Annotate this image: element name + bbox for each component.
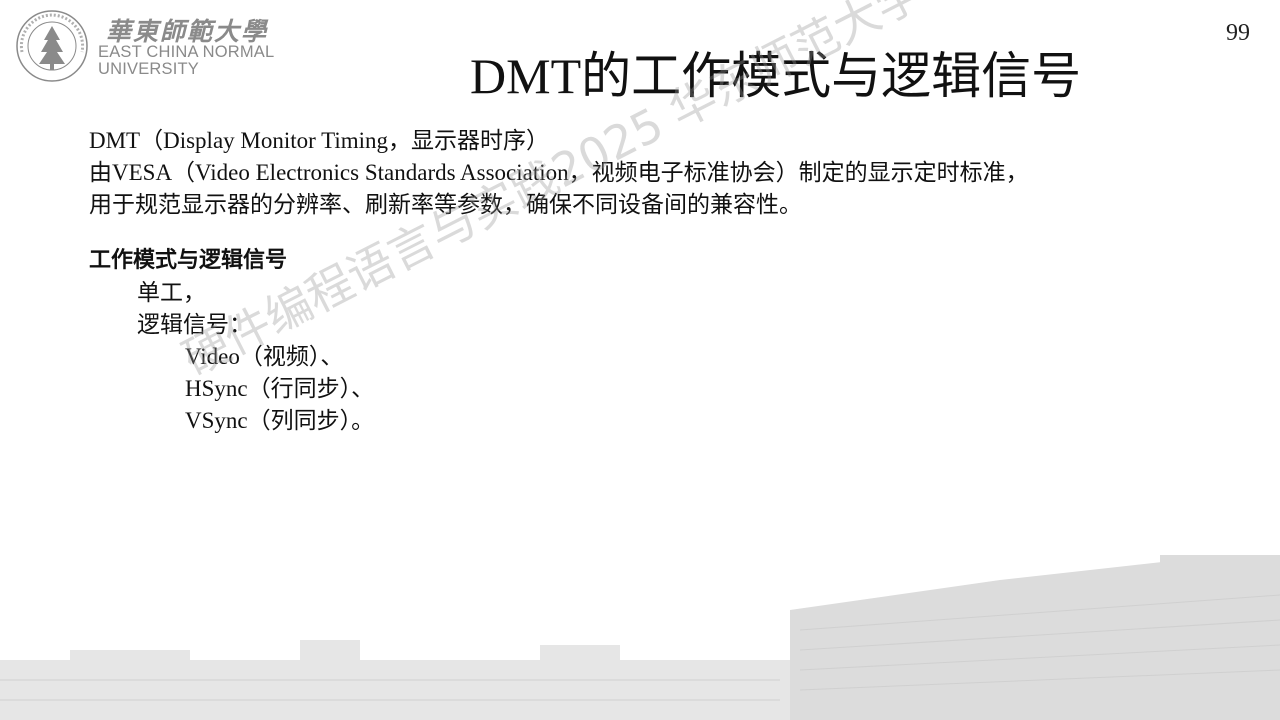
signals-label: 逻辑信号： bbox=[137, 312, 252, 337]
section-heading: 工作模式与逻辑信号 bbox=[89, 248, 288, 273]
intro-line-2: 由VESA（Video Electronics Standards Associ… bbox=[89, 160, 1029, 185]
signal-hsync: HSync（行同步）、 bbox=[185, 376, 375, 401]
signal-vsync: VSync（列同步）。 bbox=[185, 408, 375, 433]
slide-title: DMT的工作模式与逻辑信号 bbox=[470, 48, 1082, 104]
logo-english-name: EAST CHINA NORMAL UNIVERSITY bbox=[98, 44, 298, 78]
page-number: 99 bbox=[1226, 20, 1250, 46]
university-emblem-icon bbox=[16, 10, 88, 82]
slide-body: DMT（Display Monitor Timing，显示器时序） 由VESA（… bbox=[89, 125, 1199, 437]
logo-english-line1: EAST CHINA NORMAL bbox=[98, 43, 275, 61]
intro-line-3: 用于规范显示器的分辨率、刷新率等参数，确保不同设备间的兼容性。 bbox=[89, 192, 802, 217]
university-logo: 華東師範大學 EAST CHINA NORMAL UNIVERSITY bbox=[10, 6, 300, 84]
signal-video: Video（视频）、 bbox=[185, 344, 344, 369]
intro-line-1: DMT（Display Monitor Timing，显示器时序） bbox=[89, 128, 550, 153]
campus-skyline-image bbox=[0, 555, 1280, 720]
logo-english-line2: UNIVERSITY bbox=[98, 60, 200, 78]
mode-text: 单工， bbox=[137, 280, 206, 305]
